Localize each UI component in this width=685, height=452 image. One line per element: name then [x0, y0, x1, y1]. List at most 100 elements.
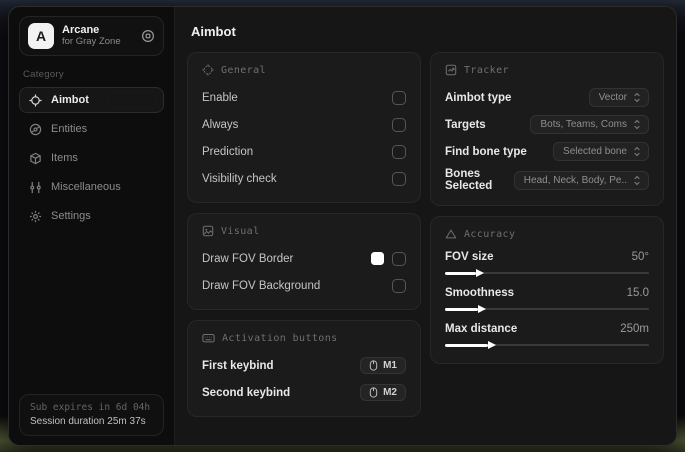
- slider-value: 250m: [620, 323, 649, 335]
- setting-row-prediction: Prediction: [202, 141, 406, 162]
- setting-row-enable: Enable: [202, 87, 406, 108]
- crosshair-dashed-icon: [202, 64, 214, 76]
- gear-icon: [29, 210, 42, 223]
- setting-row-draw-fov-background: Draw FOV Background: [202, 275, 406, 296]
- second-keybind-button[interactable]: M2: [360, 384, 406, 401]
- row-label: Aimbot type: [445, 91, 512, 104]
- main-panel: Aimbot General Enable Always Prediction …: [175, 7, 676, 445]
- visual-header: Visual: [202, 225, 406, 237]
- general-card: General Enable Always Prediction Visibil…: [187, 52, 421, 203]
- draw-fov-border-checkbox[interactable]: [392, 251, 406, 266]
- smoothness-slider[interactable]: [445, 304, 649, 314]
- dropdown-value: Bots, Teams, Coms: [540, 119, 627, 130]
- app-logo: A: [28, 23, 54, 49]
- dropdown-value: Vector: [598, 92, 627, 103]
- slider-fill: [445, 343, 488, 347]
- setting-row-find-bone-type: Find bone type Selected bone: [445, 141, 649, 162]
- sidebar-item-entities[interactable]: Entities: [19, 116, 164, 142]
- ghost-badge: [107, 92, 157, 109]
- sidebar-item-settings[interactable]: Settings: [19, 203, 164, 229]
- sidebar-item-label: Settings: [51, 210, 91, 222]
- dropdown-value: Selected bone: [563, 146, 627, 157]
- sidebar-item-aimbot[interactable]: Aimbot: [19, 87, 164, 113]
- sub-expiry-text: Sub expires in 6d 04h: [30, 402, 151, 413]
- slider-fill: [445, 271, 476, 275]
- keybind-value: M1: [383, 360, 397, 371]
- row-label: Draw FOV Border: [202, 252, 294, 265]
- slider-thumb[interactable]: [475, 268, 484, 277]
- smoothness-slider-group: Smoothness 15.0: [445, 287, 649, 314]
- aimbot-type-dropdown[interactable]: Vector: [588, 88, 649, 107]
- setting-row-first-keybind: First keybind M1: [202, 355, 406, 376]
- row-label: Bones Selected: [445, 168, 493, 192]
- general-header: General: [202, 64, 406, 76]
- power-icon[interactable]: [141, 29, 155, 43]
- app-header-card: A Arcane for Gray Zone: [19, 16, 164, 56]
- row-label: Draw FOV Background: [202, 279, 321, 292]
- first-keybind-button[interactable]: M1: [360, 357, 406, 374]
- setting-row-always: Always: [202, 114, 406, 135]
- category-label: Category: [23, 69, 64, 80]
- crosshair-icon: [29, 93, 42, 107]
- chevrons-up-down-icon: [633, 175, 641, 186]
- bones-selected-dropdown[interactable]: Head, Neck, Body, Pe..: [513, 170, 649, 190]
- find-bone-type-dropdown[interactable]: Selected bone: [553, 142, 649, 161]
- sliders-icon: [29, 181, 42, 194]
- page-title: Aimbot: [191, 24, 236, 39]
- tracker-card: Tracker Aimbot type Vector Targets Bots,…: [430, 52, 664, 206]
- tracker-header: Tracker: [445, 64, 649, 76]
- package-icon: [29, 152, 42, 165]
- sidebar-item-label: Entities: [51, 123, 88, 135]
- row-label: Enable: [202, 91, 238, 104]
- accuracy-card: Accuracy FOV size 50° Smoothness 15.0 Ma…: [430, 216, 664, 364]
- visibility-check-checkbox[interactable]: [392, 171, 406, 186]
- slider-value: 50°: [631, 251, 649, 263]
- slider-thumb[interactable]: [487, 340, 496, 349]
- setting-row-visibility-check: Visibility check: [202, 168, 406, 189]
- entities-icon: [29, 123, 42, 136]
- row-label: Max distance: [445, 323, 518, 335]
- fov-border-color-swatch[interactable]: [371, 252, 384, 265]
- enable-checkbox[interactable]: [392, 90, 406, 105]
- app-window: A Arcane for Gray Zone Category Aimbot E…: [8, 6, 677, 446]
- app-subtitle: for Gray Zone: [62, 35, 121, 47]
- visual-card: Visual Draw FOV Border Draw FOV Backgrou…: [187, 213, 421, 310]
- mouse-icon: [369, 360, 378, 371]
- row-label: Second keybind: [202, 386, 291, 399]
- row-label: Find bone type: [445, 145, 527, 158]
- draw-fov-background-checkbox[interactable]: [392, 278, 406, 293]
- keyboard-icon: [202, 332, 215, 344]
- setting-row-aimbot-type: Aimbot type Vector: [445, 87, 649, 108]
- activation-header-label: Activation buttons: [222, 332, 338, 344]
- slider-thumb[interactable]: [477, 304, 486, 313]
- app-meta: Arcane for Gray Zone: [62, 24, 133, 48]
- activation-header: Activation buttons: [202, 332, 406, 344]
- max-distance-slider[interactable]: [445, 340, 649, 350]
- row-label: FOV size: [445, 251, 494, 263]
- chevrons-up-down-icon: [633, 146, 641, 157]
- chevrons-up-down-icon: [633, 119, 641, 130]
- slider-value: 15.0: [626, 287, 649, 299]
- tracker-icon: [445, 64, 457, 76]
- image-icon: [202, 225, 214, 237]
- targets-dropdown[interactable]: Bots, Teams, Coms: [530, 115, 649, 134]
- general-header-label: General: [221, 64, 266, 76]
- sidebar-item-miscellaneous[interactable]: Miscellaneous: [19, 174, 164, 200]
- row-label: Always: [202, 118, 239, 131]
- sidebar-item-items[interactable]: Items: [19, 145, 164, 171]
- session-duration-text: Session duration 25m 37s: [30, 416, 146, 427]
- row-label: Visibility check: [202, 172, 277, 185]
- dropdown-value: Head, Neck, Body, Pe..: [523, 174, 627, 186]
- triangle-icon: [445, 228, 457, 240]
- row-label: Prediction: [202, 145, 254, 158]
- fov-size-slider[interactable]: [445, 268, 649, 278]
- prediction-checkbox[interactable]: [392, 144, 406, 159]
- slider-fill: [445, 307, 478, 311]
- accuracy-header-label: Accuracy: [464, 228, 516, 240]
- always-checkbox[interactable]: [392, 117, 406, 132]
- keybind-value: M2: [383, 387, 397, 398]
- fov-size-slider-group: FOV size 50°: [445, 251, 649, 278]
- subscription-card: Sub expires in 6d 04h Session duration 2…: [19, 394, 164, 436]
- sidebar-item-label: Items: [51, 152, 78, 164]
- setting-row-targets: Targets Bots, Teams, Coms: [445, 114, 649, 135]
